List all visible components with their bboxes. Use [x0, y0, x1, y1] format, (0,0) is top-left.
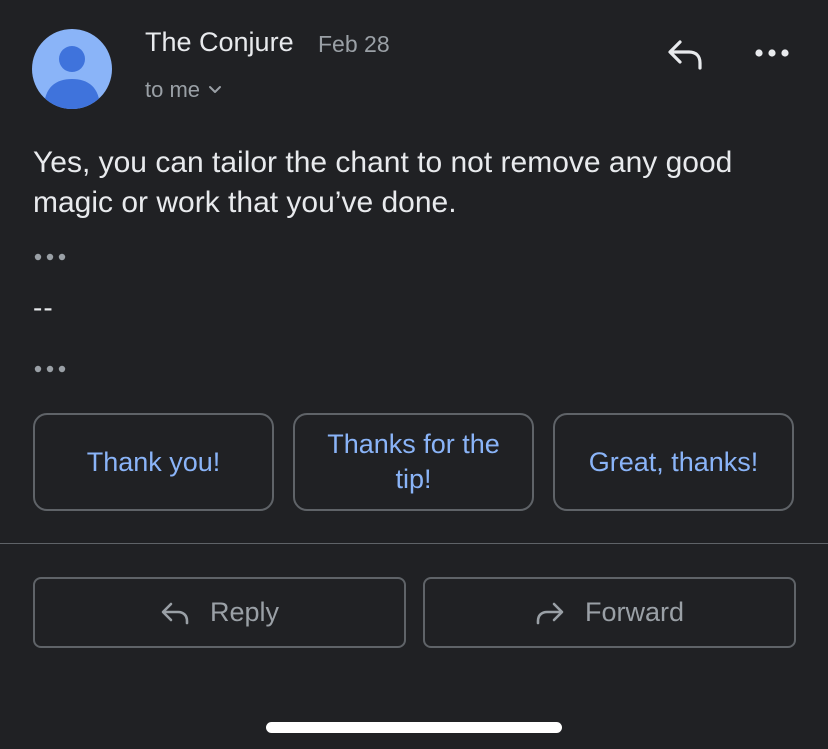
smart-reply-chip[interactable]: Thanks for the tip! [293, 413, 534, 511]
forward-button-label: Forward [584, 597, 685, 627]
avatar[interactable] [32, 29, 112, 109]
reply-icon [668, 40, 702, 70]
more-horizontal-icon [755, 49, 789, 57]
reply-button[interactable]: Reply [33, 577, 406, 648]
forward-button[interactable]: Forward [423, 577, 796, 648]
person-icon [44, 46, 100, 109]
recipient-label: to me [145, 77, 201, 102]
sender-name[interactable]: The Conjure [145, 27, 294, 58]
forward-icon [536, 602, 564, 624]
recipient-details-toggle[interactable]: to me [145, 77, 222, 103]
message-body: Yes, you can tailor the chant to not rem… [33, 146, 733, 219]
show-trimmed-content-button[interactable] [33, 250, 73, 264]
more-options-button[interactable] [748, 36, 796, 70]
divider [0, 543, 828, 544]
reply-icon-button[interactable] [660, 32, 710, 76]
home-indicator[interactable] [266, 722, 562, 733]
more-horizontal-icon [34, 365, 66, 373]
reply-icon [161, 602, 189, 624]
message-date: Feb 28 [318, 31, 390, 57]
smart-reply-chip[interactable]: Great, thanks! [553, 413, 794, 511]
chevron-down-icon [209, 86, 222, 93]
more-horizontal-icon [34, 253, 66, 261]
show-trimmed-content-button[interactable] [33, 362, 73, 376]
signature-separator: -- [33, 292, 54, 323]
smart-reply-chip[interactable]: Thank you! [33, 413, 274, 511]
reply-button-label: Reply [209, 597, 280, 627]
